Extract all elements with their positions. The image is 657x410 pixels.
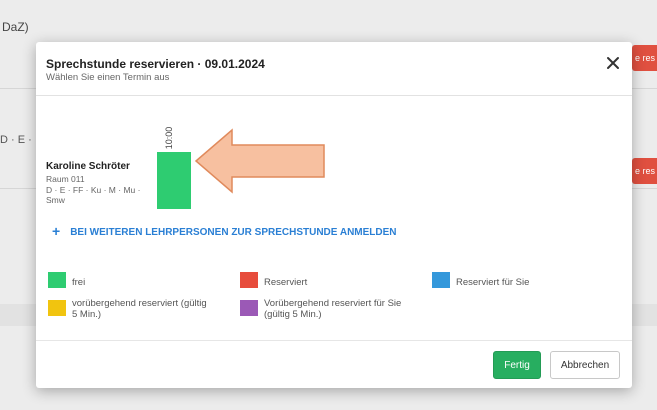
background-row-text: D · E · <box>0 134 32 146</box>
add-teachers-link[interactable]: + BEI WEITEREN LEHRPERSONEN ZUR SPRECHSTU… <box>52 222 397 239</box>
dialog-footer: Fertig Abbrechen <box>36 340 632 388</box>
legend-free-swatch <box>48 272 66 288</box>
legend-reserved-for-you-label: Reserviert für Sie <box>456 277 530 288</box>
legend-temp-reserved-for-you-label: Vorübergehend reserviert für Sie (gültig… <box>264 298 402 320</box>
legend-temp-reserved-swatch <box>48 300 66 316</box>
legend-temp-reserved-for-you-swatch <box>240 300 258 316</box>
dialog-header: Sprechstunde reservieren · 09.01.2024 Wä… <box>36 42 632 96</box>
close-icon[interactable] <box>602 52 624 74</box>
annotation-arrow-icon <box>194 128 325 194</box>
background-reserve-badge[interactable]: e res <box>632 158 657 184</box>
legend-reserved-for-you-swatch <box>432 272 450 288</box>
add-teachers-label: BEI WEITEREN LEHRPERSONEN ZUR SPRECHSTUN… <box>70 227 397 238</box>
teacher-name: Karoline Schröter <box>46 161 130 172</box>
background-header-text: DaZ) <box>2 20 29 34</box>
done-button[interactable]: Fertig <box>493 351 541 379</box>
dialog-title: Sprechstunde reservieren · 09.01.2024 <box>46 57 265 71</box>
teacher-room: Raum 011 <box>46 174 85 184</box>
legend-free-label: frei <box>72 277 86 288</box>
dialog-subtitle: Wählen Sie einen Termin aus <box>46 72 170 83</box>
cancel-button[interactable]: Abbrechen <box>550 351 620 379</box>
legend-reserved-label: Reserviert <box>264 277 308 288</box>
teacher-subjects: D · E · FF · Ku · M · Mu · Smw <box>46 185 141 205</box>
legend-reserved-swatch <box>240 272 258 288</box>
reservation-dialog: Sprechstunde reservieren · 09.01.2024 Wä… <box>36 42 632 388</box>
plus-icon: + <box>52 223 61 239</box>
legend-temp-reserved-label: vorübergehend reserviert (gültig 5 Min.) <box>72 298 207 320</box>
time-slot-free[interactable] <box>157 152 191 209</box>
time-slot-label: 10:00 <box>164 126 174 150</box>
background-reserve-badge[interactable]: e res <box>632 45 657 71</box>
